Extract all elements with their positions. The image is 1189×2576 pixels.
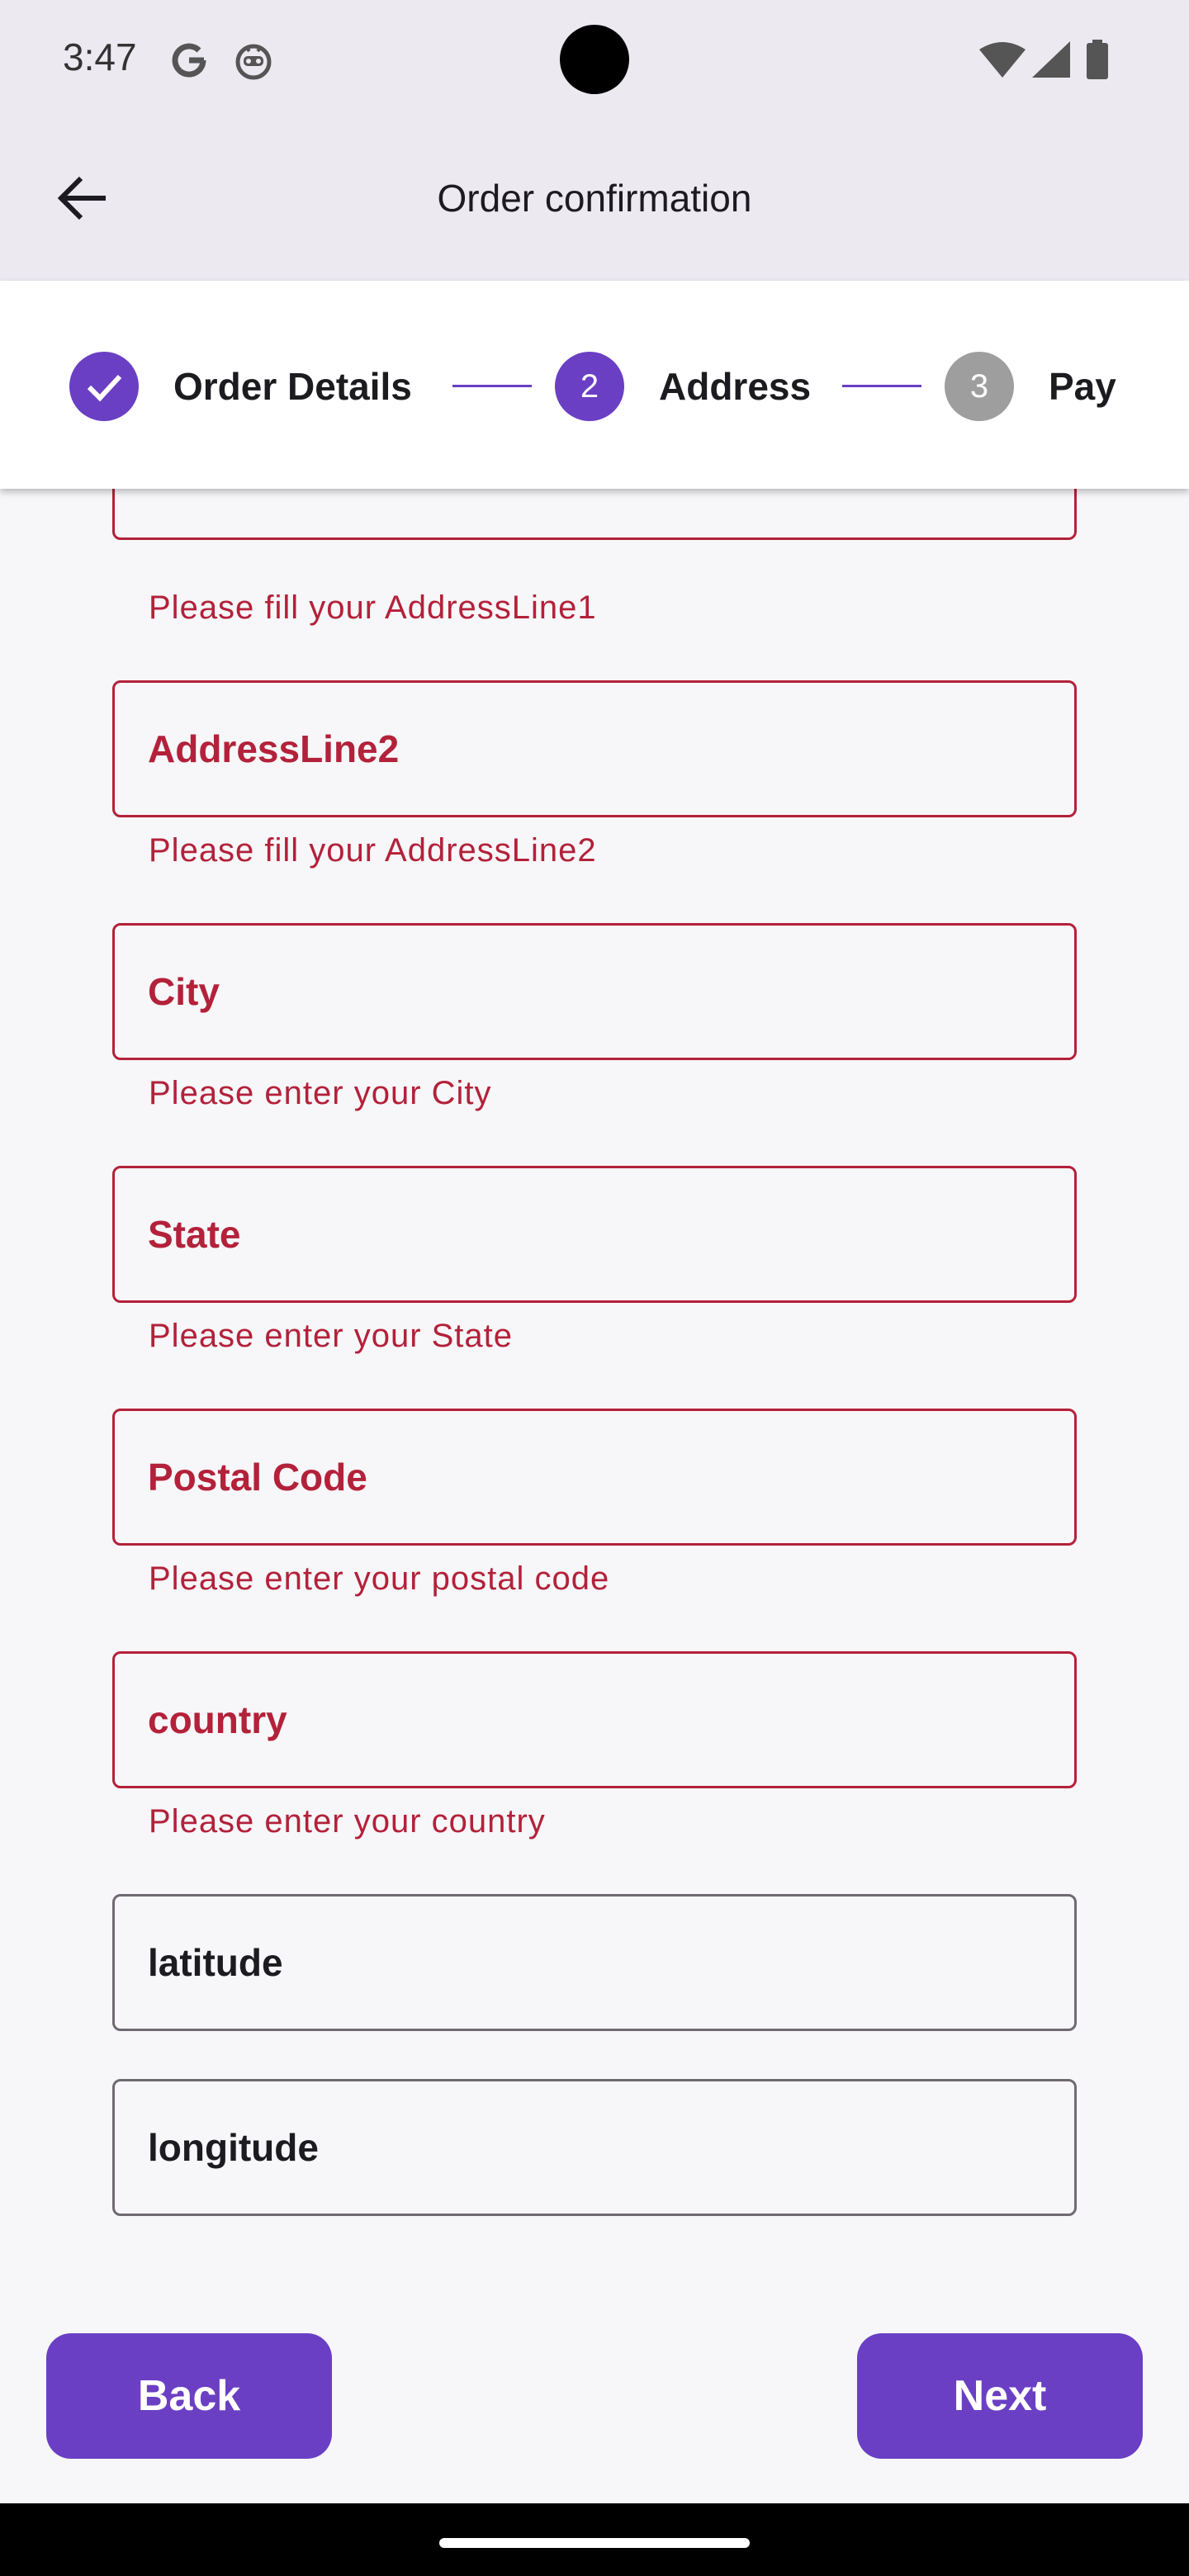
country-field[interactable]: country — [112, 1651, 1077, 1788]
error-text: Please fill your AddressLine1 — [149, 590, 597, 626]
screen: 3:47 Order confirmation Order Details 2 … — [0, 0, 1189, 2576]
next-button[interactable]: Next — [857, 2333, 1143, 2459]
signal-icon — [1032, 41, 1070, 82]
step-connector — [452, 385, 532, 387]
field-label: AddressLine2 — [148, 727, 400, 770]
step-2-active[interactable]: 2 — [555, 352, 624, 421]
latitude-field[interactable]: latitude — [112, 1894, 1077, 2031]
robot-face-icon — [233, 40, 274, 85]
error-text: Please enter your postal code — [149, 1560, 610, 1597]
step-label-pay[interactable]: Pay — [1049, 362, 1116, 411]
error-text: Please fill your AddressLine2 — [149, 832, 597, 869]
check-icon — [87, 374, 122, 402]
error-text: Please enter your City — [149, 1075, 492, 1111]
app-bar: Order confirmation — [0, 116, 1189, 281]
field-label: country — [148, 1698, 287, 1741]
page-title: Order confirmation — [437, 177, 752, 220]
google-icon — [168, 40, 210, 85]
error-text: Please enter your country — [149, 1803, 546, 1840]
addressline2-field[interactable]: AddressLine2 — [112, 680, 1077, 817]
stepper: Order Details 2 Address 3 Pay — [0, 281, 1189, 489]
field-label: State — [148, 1213, 241, 1256]
step-connector — [842, 385, 921, 387]
longitude-field[interactable]: longitude — [112, 2079, 1077, 2216]
back-arrow-icon[interactable] — [51, 167, 114, 230]
postal-code-field[interactable]: Postal Code — [112, 1409, 1077, 1546]
step-label-order-details[interactable]: Order Details — [173, 362, 412, 411]
state-field[interactable]: State — [112, 1166, 1077, 1303]
addressline1-field[interactable]: AddressLine1 — [112, 489, 1077, 540]
error-text: Please enter your State — [149, 1318, 514, 1354]
step-3-inactive[interactable]: 3 — [945, 352, 1014, 421]
step-1-completed[interactable] — [69, 352, 139, 421]
battery-icon — [1087, 40, 1108, 83]
status-bar: 3:47 — [0, 0, 1189, 116]
field-label: AddressLine1 — [148, 489, 399, 537]
address-form[interactable]: AddressLine1 Please fill your AddressLin… — [0, 489, 1189, 2503]
home-gesture-handle[interactable] — [439, 2538, 750, 2548]
wifi-icon — [979, 41, 1026, 82]
field-label: latitude — [148, 1941, 283, 1984]
status-time: 3:47 — [63, 36, 137, 78]
step-label-address[interactable]: Address — [659, 362, 811, 411]
navigation-bar — [0, 2503, 1189, 2576]
back-button[interactable]: Back — [46, 2333, 332, 2459]
city-field[interactable]: City — [112, 923, 1077, 1060]
camera-cutout — [560, 25, 629, 94]
field-label: City — [148, 970, 220, 1013]
field-label: longitude — [148, 2126, 319, 2169]
field-label: Postal Code — [148, 1456, 367, 1499]
